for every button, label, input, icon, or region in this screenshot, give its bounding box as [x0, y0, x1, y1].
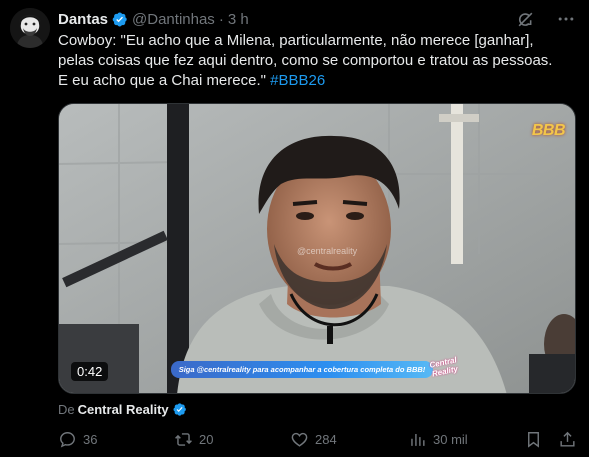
views-icon [411, 433, 425, 446]
repost-count: 20 [199, 432, 214, 447]
bookmark-button[interactable] [524, 430, 549, 449]
like-button[interactable]: 284 [290, 430, 337, 449]
video-duration: 0:42 [71, 362, 109, 381]
share-icon [560, 431, 575, 447]
action-bar: 36 20 284 30 mil [58, 430, 578, 452]
reply-icon [60, 432, 75, 448]
more-icon[interactable] [555, 9, 577, 29]
share-button[interactable] [558, 430, 583, 449]
reply-button[interactable]: 36 [58, 430, 97, 449]
timestamp[interactable]: 3 h [228, 11, 249, 28]
views-count: 30 mil [433, 432, 468, 447]
repost-button[interactable]: 20 [174, 430, 213, 449]
repost-icon [175, 433, 192, 446]
tweet[interactable]: Dantas @Dantinhas · 3 h Cowboy: "Eu acho… [0, 0, 589, 457]
tweet-header: Dantas @Dantinhas · 3 h [58, 9, 579, 29]
tweet-text-last: E eu acho que a Chai merece." [58, 72, 266, 89]
follow-banner: Siga @centralreality para acompanhar a c… [171, 361, 433, 378]
source-attribution: De Central Reality [58, 402, 187, 417]
bookmark-icon [528, 432, 539, 448]
verified-badge-icon [173, 403, 186, 416]
source-name-link[interactable]: Central Reality [78, 402, 169, 417]
tweet-text: Cowboy: "Eu acho que a Milena, particula… [58, 31, 578, 91]
video-player[interactable]: BBB @centralreality Siga @centralreality… [58, 103, 576, 394]
video-watermark: @centralreality [297, 246, 358, 256]
source-prefix: De [58, 402, 75, 417]
tweet-text-line: E eu acho que a Chai merece." #BBB26 [58, 71, 578, 91]
reply-count: 36 [83, 432, 98, 447]
separator-dot: · [218, 10, 224, 28]
verified-badge-icon [112, 12, 127, 26]
display-name[interactable]: Dantas [58, 11, 108, 28]
handle[interactable]: @Dantinhas [132, 11, 215, 28]
tweet-text-line: pelas coisas que fez aqui dentro, como s… [58, 52, 553, 69]
like-count: 284 [315, 432, 337, 447]
hashtag-link[interactable]: #BBB26 [270, 72, 325, 89]
like-icon [291, 432, 308, 447]
avatar[interactable] [10, 8, 50, 48]
tweet-text-line: Cowboy: "Eu acho que a Milena, particula… [58, 32, 534, 49]
views-button[interactable]: 30 mil [408, 430, 468, 449]
bbb-logo: BBB [531, 122, 566, 139]
grok-icon[interactable] [516, 10, 535, 29]
